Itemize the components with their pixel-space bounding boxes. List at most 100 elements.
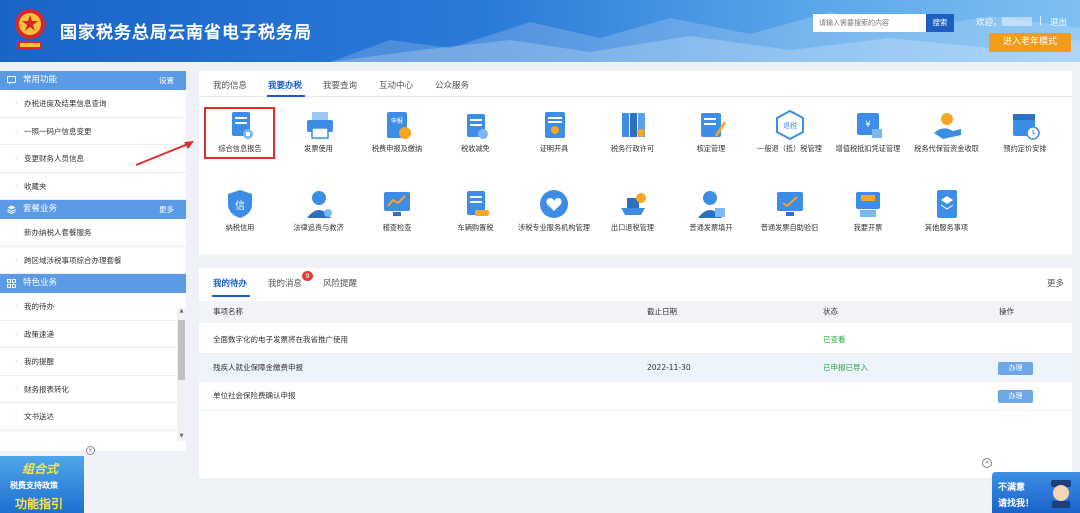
open-invoice-icon [856, 192, 880, 217]
active-tab-indicator [212, 295, 250, 297]
sidebar-item-new-taxpayer[interactable]: 新办纳税人套餐服务 [0, 219, 186, 247]
complaint-widget[interactable]: 不满意 请找我！ [992, 472, 1080, 513]
close-icon[interactable]: × [86, 446, 95, 455]
close-icon[interactable]: × [982, 458, 992, 468]
column-header: 截止日期 [647, 307, 677, 316]
other-services-icon [936, 190, 957, 218]
sidebar-section-title: 特色业务 [23, 278, 58, 288]
tab-tax-handling[interactable]: 我要办税 [268, 79, 302, 91]
export-ship-icon [620, 193, 646, 215]
tab-my-todo[interactable]: 我的待办 [213, 277, 247, 289]
service-tile-label: 纳税信用 [225, 223, 255, 232]
service-tile[interactable]: 普通发票填开 [672, 184, 750, 256]
tab-my-messages[interactable]: 我的消息 [268, 277, 302, 289]
tax-relief-icon [466, 114, 488, 139]
sidebar-item-documents[interactable]: 文书送达 [0, 403, 186, 431]
binders-icon [621, 113, 645, 137]
svg-text:¥: ¥ [865, 120, 871, 130]
monitor-check-icon [776, 192, 803, 216]
tab-public-service[interactable]: 公众服务 [435, 79, 469, 91]
monitor-chart-icon [384, 192, 410, 216]
service-tile[interactable]: 证明开具 [515, 105, 593, 177]
sidebar-section-title: 套餐业务 [23, 204, 58, 214]
promo-line-2: 税费支持政策 [10, 481, 58, 490]
tab-interaction[interactable]: 互动中心 [379, 79, 413, 91]
settings-link[interactable]: 设置 [159, 71, 174, 90]
table-row[interactable]: 单位社会保险费确认申报 办理 [199, 382, 1072, 410]
service-tile[interactable]: 我要开票 [829, 184, 907, 256]
sidebar-item-my-todo[interactable]: 我的待办 [0, 293, 186, 321]
service-tile[interactable]: 法律追责与救济 [280, 184, 358, 256]
service-panel: 我的信息 我要办税 我要查询 互动中心 公众服务 综合信息报告 发票使用 申报 税费申… [199, 71, 1072, 255]
service-tile[interactable]: ¥ 增值税抵扣凭证管理 [829, 105, 907, 177]
promo-line-3: 功能指引 [15, 497, 64, 511]
svg-text:信: 信 [235, 200, 245, 212]
sidebar-scrollbar[interactable]: ▲ ▼ [177, 308, 186, 441]
message-count-badge: 9 [302, 271, 313, 281]
sidebar-section-common: 常用功能 设置 [0, 71, 186, 90]
service-tile[interactable]: 税收减免 [437, 105, 515, 177]
site-title: 国家税务总局云南省电子税务局 [60, 23, 312, 43]
service-tile-label: 税收减免 [461, 144, 490, 153]
complaint-line-1: 不满意 [998, 483, 1026, 493]
service-tile-label: 我要开票 [853, 223, 883, 232]
national-emblem-icon [15, 9, 45, 49]
promo-banner[interactable]: 组合式 税费支持政策 功能指引 [0, 456, 84, 513]
service-tile[interactable]: 发票使用 [280, 105, 358, 177]
tab-risk-alerts[interactable]: 风险提醒 [323, 277, 357, 289]
service-tile[interactable]: 申报 税费申报及缴纳 [358, 105, 436, 177]
service-tile-label: 车辆购置税 [457, 223, 494, 232]
search-input[interactable] [813, 14, 926, 32]
service-tile[interactable]: 税务行政许可 [594, 105, 672, 177]
active-tab-indicator [267, 95, 305, 97]
elder-mode-button[interactable]: 进入老年模式 [989, 33, 1071, 52]
scroll-down-icon[interactable]: ▼ [177, 433, 186, 441]
table-row[interactable]: 残疾人就业保障金缴费申报 2022-11-30 已申报已导入 办理 [199, 354, 1072, 382]
voucher-icon: ¥ [857, 113, 882, 138]
scroll-up-icon[interactable]: ▲ [177, 308, 186, 316]
officer-avatar-icon [1051, 480, 1071, 508]
table-row[interactable]: 全面数字化的电子发票将在我省推广使用 已查看 [199, 326, 1072, 354]
certificate-icon [545, 112, 565, 138]
tab-query[interactable]: 我要查询 [323, 79, 357, 91]
service-tile[interactable]: 其他服务事项 [908, 184, 986, 256]
service-tile[interactable]: 稽查检查 [358, 184, 436, 256]
service-tile[interactable]: 预约定价安排 [986, 105, 1064, 177]
sidebar-item-report-convert[interactable]: 财务报表转化 [0, 376, 186, 403]
promo-line-1: 组合式 [22, 462, 59, 476]
service-tile[interactable]: 退税 一般退（抵）税管理 [751, 105, 829, 177]
service-tile-label: 税务行政许可 [610, 144, 655, 153]
service-tile-label: 发票使用 [304, 144, 333, 153]
sidebar-item-favorites[interactable]: 收藏夹 [0, 173, 186, 200]
service-tile[interactable]: 涉税专业服务机构管理 [515, 184, 593, 256]
handle-button[interactable]: 办理 [998, 390, 1033, 403]
service-tile-label: 预约定价安排 [1003, 144, 1047, 153]
sidebar-item-cross-region[interactable]: 跨区域涉税事项综合办理套餐 [0, 247, 186, 274]
service-tile[interactable]: 出口退税管理 [594, 184, 672, 256]
sidebar-item-reminders[interactable]: 我的提醒 [0, 348, 186, 376]
svg-text:退税: 退税 [783, 121, 797, 130]
service-tile[interactable]: 车辆购置税 [437, 184, 515, 256]
service-tile-label: 出口退税管理 [610, 223, 655, 232]
sidebar-item-policy[interactable]: 政策速递 [0, 321, 186, 348]
column-header: 状态 [823, 307, 838, 316]
logout-link[interactable]: 退出 [1050, 16, 1067, 28]
grid-icon [7, 279, 16, 288]
search-button[interactable]: 搜索 [926, 14, 954, 32]
printer-icon [306, 112, 333, 139]
more-link[interactable]: 更多 [159, 200, 174, 219]
service-tile[interactable]: 信纳税信用 [201, 184, 279, 256]
sidebar-item-progress-query[interactable]: 办税进度及结果信息查询 [0, 90, 186, 118]
sidebar-section-special: 特色业务 [0, 274, 186, 293]
service-tile[interactable]: 税务代保管资金收取 [908, 105, 986, 177]
handle-button[interactable]: 办理 [998, 362, 1033, 375]
service-tile-label: 税费申报及缴纳 [371, 144, 423, 153]
service-tile-label: 税务代保管资金收取 [914, 144, 979, 153]
header-separator: | [1039, 16, 1042, 26]
scroll-thumb[interactable] [178, 320, 185, 380]
service-tile[interactable]: 核定管理 [672, 105, 750, 177]
service-tile[interactable]: 普通发票自助验旧 [751, 184, 829, 256]
tab-my-info[interactable]: 我的信息 [213, 79, 247, 91]
item-name: 残疾人就业保障金缴费申报 [213, 363, 303, 372]
more-link[interactable]: 更多 [1047, 277, 1064, 289]
